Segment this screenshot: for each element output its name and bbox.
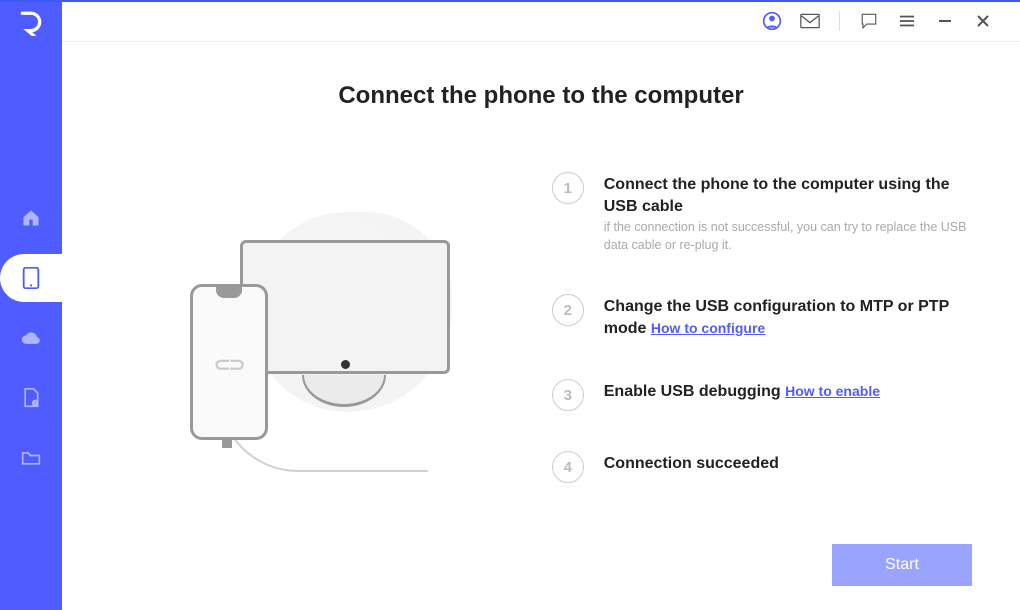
illustration: ⊂⊃ (110, 158, 524, 586)
step-number: 4 (552, 451, 584, 483)
mail-icon[interactable] (796, 7, 824, 35)
step-1: 1 Connect the phone to the computer usin… (548, 172, 972, 254)
step-2: 2 Change the USB configuration to MTP or… (548, 294, 972, 339)
step-number: 3 (552, 379, 584, 411)
step-3: 3 Enable USB debugging How to enable (548, 379, 972, 411)
step-title: Change the USB configuration to MTP or P… (604, 296, 972, 339)
how-to-configure-link[interactable]: How to configure (651, 320, 765, 336)
sidebar-item-file-alert[interactable]: ! (0, 374, 62, 422)
user-icon[interactable] (758, 7, 786, 35)
page-title: Connect the phone to the computer (110, 82, 972, 110)
svg-text:!: ! (34, 402, 35, 408)
step-number: 1 (552, 172, 584, 204)
window-header (62, 0, 1020, 42)
step-title: Enable USB debugging How to enable (604, 381, 972, 403)
minimize-icon[interactable] (931, 7, 959, 35)
sidebar-item-folder[interactable] (0, 434, 62, 482)
step-number: 2 (552, 294, 584, 326)
sidebar-item-phone[interactable] (0, 254, 62, 302)
sidebar: ! (0, 0, 62, 610)
step-title-text: Enable USB debugging (604, 383, 781, 400)
how-to-enable-link[interactable]: How to enable (785, 383, 880, 399)
step-title: Connection succeeded (604, 453, 972, 475)
start-button[interactable]: Start (832, 544, 972, 586)
menu-icon[interactable] (893, 7, 921, 35)
steps-list: 1 Connect the phone to the computer usin… (524, 158, 972, 586)
step-title: Connect the phone to the computer using … (604, 174, 972, 217)
app-logo (16, 8, 46, 38)
header-separator (839, 11, 840, 31)
link-icon: ⊂⊃ (214, 352, 244, 377)
step-subtext: if the connection is not successful, you… (604, 219, 972, 254)
sidebar-item-home[interactable] (0, 194, 62, 242)
feedback-icon[interactable] (855, 7, 883, 35)
close-icon[interactable] (969, 7, 997, 35)
step-4: 4 Connection succeeded (548, 451, 972, 483)
sidebar-item-cloud[interactable] (0, 314, 62, 362)
